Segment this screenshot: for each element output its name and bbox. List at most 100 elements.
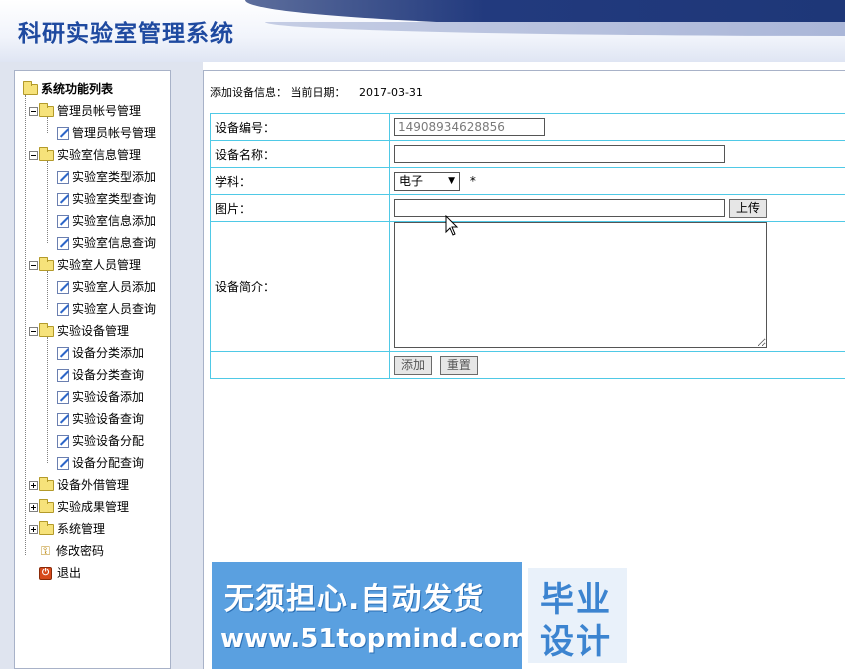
watermark-url: www.51topmind.com [220,624,529,654]
watermark-line1: 无须担心.自动发货 [224,582,485,617]
collapse-icon[interactable] [29,150,38,160]
form-info-label: 添加设备信息： [210,86,287,99]
page-edit-icon [57,412,69,426]
subject-selected-value: 电子 [399,173,424,188]
sidebar-item-lab-type-add[interactable]: 实验室类型添加 [57,167,156,187]
key-icon: ⚿ [40,544,51,558]
tree-line [47,337,48,463]
collapse-icon[interactable] [29,260,38,270]
equipment-name-input[interactable] [394,145,725,163]
equipment-intro-textarea[interactable] [394,222,767,348]
page-edit-icon [57,214,69,228]
sidebar-group-label: 系统管理 [57,522,106,536]
sidebar-item-label: 实验室人员查询 [72,302,157,316]
page-edit-icon [57,390,69,404]
form-row-id: 设备编号： [210,113,845,141]
equipment-form: 设备编号： 设备名称： 学科： 电子 ▼ * 图片： 上传 设备简介： [210,113,845,379]
expand-icon[interactable] [29,524,38,534]
sidebar-item-label: 实验室信息查询 [72,236,157,250]
sidebar-group-equipment[interactable]: 实验设备管理 [29,321,129,341]
page-edit-icon [57,170,69,184]
sidebar-item-admin-account-manage[interactable]: 管理员帐号管理 [57,123,156,143]
date-label: 当前日期： [290,86,346,99]
page-edit-icon [57,346,69,360]
sidebar-group-label: 管理员帐号管理 [57,104,142,118]
sidebar-group-admin-account[interactable]: 管理员帐号管理 [29,101,141,121]
sidebar-item-lab-info-add[interactable]: 实验室信息添加 [57,211,156,231]
image-path-input[interactable] [394,198,725,217]
add-button[interactable]: 添加 [394,355,433,375]
sidebar-item-label: 管理员帐号管理 [72,126,157,140]
sidebar-item-label: 设备分类查询 [72,368,145,382]
sidebar-item-exit[interactable]: ⏻ 退出 [39,563,81,583]
collapse-icon[interactable] [29,326,38,336]
subject-select[interactable]: 电子 ▼ [394,171,460,191]
app-header: 科研实验室管理系统 [0,0,845,62]
page-edit-icon [57,126,69,140]
folder-open-icon [39,322,54,337]
folder-icon [39,520,54,535]
subject-label: 学科： [210,167,390,195]
folder-open-icon [39,102,54,117]
sidebar-group-label: 实验设备管理 [57,324,130,338]
sidebar-root[interactable]: 系统功能列表 [23,79,113,99]
folder-icon [39,498,54,513]
form-row-image: 图片： 上传 [210,194,845,222]
sidebar-item-equip-assign[interactable]: 实验设备分配 [57,431,144,451]
name-label: 设备名称： [210,140,390,168]
sidebar-group-system[interactable]: 系统管理 [29,519,105,539]
intro-label: 设备简介： [210,221,390,352]
sidebar-group-lab-results[interactable]: 实验成果管理 [29,497,129,517]
sidebar-item-lab-staff-query[interactable]: 实验室人员查询 [57,299,156,319]
frame-divider [171,62,203,669]
sidebar-group-label: 实验室信息管理 [57,148,142,162]
sidebar-item-change-password[interactable]: ⚿ 修改密码 [39,541,104,561]
expand-icon[interactable] [29,480,38,490]
sidebar-item-label: 设备分配查询 [72,456,145,470]
reset-button[interactable]: 重置 [439,355,478,375]
sidebar-group-label: 设备外借管理 [57,478,130,492]
form-row-subject: 学科： 电子 ▼ * [210,167,845,195]
intro-cell [389,221,845,352]
collapse-icon[interactable] [29,106,38,116]
sidebar-item-assign-query[interactable]: 设备分配查询 [57,453,144,473]
date-value: 2017-03-31 [359,86,423,99]
expand-icon[interactable] [29,502,38,512]
name-cell [389,140,845,168]
sidebar-item-lab-info-query[interactable]: 实验室信息查询 [57,233,156,253]
sidebar-item-label: 实验设备查询 [72,412,145,426]
folder-icon [39,476,54,491]
sidebar-item-equip-category-add[interactable]: 设备分类添加 [57,343,144,363]
page-edit-icon [57,280,69,294]
sidebar-item-equip-add[interactable]: 实验设备添加 [57,387,144,407]
mouse-cursor-icon [445,215,459,236]
sidebar-item-label: 退出 [57,566,82,580]
actions-label-cell [210,351,390,379]
header-decoration-light [265,22,845,36]
id-cell [389,113,845,141]
app-title: 科研实验室管理系统 [18,20,234,47]
sidebar-item-equip-query[interactable]: 实验设备查询 [57,409,144,429]
watermark-badge-line2: 设计 [540,622,612,662]
sidebar-item-label: 实验设备分配 [72,434,145,448]
sidebar-item-label: 实验室人员添加 [72,280,157,294]
image-label: 图片： [210,194,390,222]
sidebar-group-equip-lending[interactable]: 设备外借管理 [29,475,129,495]
sidebar-item-equip-category-query[interactable]: 设备分类查询 [57,365,144,385]
subject-cell: 电子 ▼ * [389,167,845,195]
sidebar-item-lab-staff-add[interactable]: 实验室人员添加 [57,277,156,297]
sidebar-item-label: 实验室类型查询 [72,192,157,206]
id-label: 设备编号： [210,113,390,141]
page-edit-icon [57,302,69,316]
sidebar-group-label: 实验成果管理 [57,500,130,514]
sidebar-item-lab-type-query[interactable]: 实验室类型查询 [57,189,156,209]
form-row-actions: 添加 重置 [210,351,845,379]
tree-line [25,95,26,555]
upload-button[interactable]: 上传 [729,198,768,218]
folder-open-icon [39,256,54,271]
sidebar-group-lab-staff[interactable]: 实验室人员管理 [29,255,141,275]
watermark-banner: 无须担心.自动发货 www.51topmind.com 毕业 设计 [212,562,633,669]
watermark-left: 无须担心.自动发货 www.51topmind.com [212,562,529,669]
sidebar-group-lab-info[interactable]: 实验室信息管理 [29,145,141,165]
equipment-id-input[interactable] [394,118,545,136]
